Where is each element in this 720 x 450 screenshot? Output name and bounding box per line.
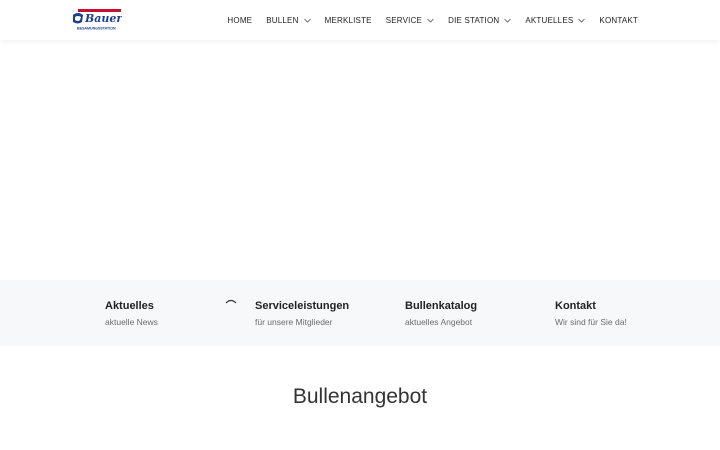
- feature-title: Serviceleistungen: [255, 300, 350, 312]
- nav-item-label: BULLEN: [266, 15, 299, 25]
- nav-item-home[interactable]: HOME: [220, 0, 259, 40]
- nav-item-label: DIE STATION: [448, 15, 500, 25]
- nav-item-die-station[interactable]: DIE STATION: [441, 0, 518, 40]
- section-title: Bullenangebot: [292, 385, 428, 408]
- logo-tagline-text: BESAMUNGSSTATION: [77, 27, 116, 31]
- nav-item-bullen[interactable]: BULLEN: [259, 0, 317, 40]
- chevron-down-icon: [504, 18, 512, 23]
- feature-subtitle: für unsere Mitglieder: [255, 317, 333, 327]
- chevron-down-icon: [303, 18, 311, 23]
- site-header: Bauer BESAMUNGSSTATION HOME BULLEN MERKL…: [0, 0, 720, 40]
- feature-title: Kontakt: [555, 300, 596, 312]
- nav-item-label: MERKLISTE: [324, 15, 372, 25]
- chevron-down-icon: [578, 18, 586, 23]
- feature-subtitle: aktuelle News: [105, 317, 158, 327]
- nav-item-service[interactable]: SERVICE: [379, 0, 441, 40]
- feature-subtitle: Wir sind für Sie da!: [555, 317, 627, 327]
- feature-serviceleistungen[interactable]: Serviceleistungen für unsere Mitglieder: [255, 300, 395, 328]
- feature-title: Aktuelles: [105, 300, 154, 312]
- feature-kontakt[interactable]: Kontakt Wir sind für Sie da!: [555, 300, 695, 328]
- feature-band: Aktuelles aktuelle News Serviceleistunge…: [0, 280, 720, 346]
- nav-item-kontakt[interactable]: KONTAKT: [592, 0, 645, 40]
- nav-item-label: SERVICE: [385, 15, 423, 25]
- nav-item-label: KONTAKT: [599, 15, 638, 25]
- nav-item-aktuelles[interactable]: AKTUELLES: [518, 0, 592, 40]
- main-nav: HOME BULLEN MERKLISTE SERVICE DIE STATIO…: [220, 0, 645, 40]
- loading-arc-icon: [225, 299, 237, 304]
- hero-area: [0, 40, 720, 280]
- feature-bullenkatalog[interactable]: Bullenkatalog aktuelles Angebot: [405, 300, 545, 328]
- nav-item-merkliste[interactable]: MERKLISTE: [318, 0, 379, 40]
- nav-item-label: AKTUELLES: [525, 15, 574, 25]
- nav-item-label: HOME: [227, 15, 253, 25]
- logo-brand-text: Bauer: [84, 12, 122, 25]
- feature-title: Bullenkatalog: [405, 300, 478, 312]
- bauer-logo[interactable]: Bauer BESAMUNGSSTATION: [70, 9, 122, 31]
- feature-aktuelles[interactable]: Aktuelles aktuelle News: [105, 300, 245, 328]
- chevron-down-icon: [427, 18, 434, 23]
- feature-subtitle: aktuelles Angebot: [405, 317, 473, 327]
